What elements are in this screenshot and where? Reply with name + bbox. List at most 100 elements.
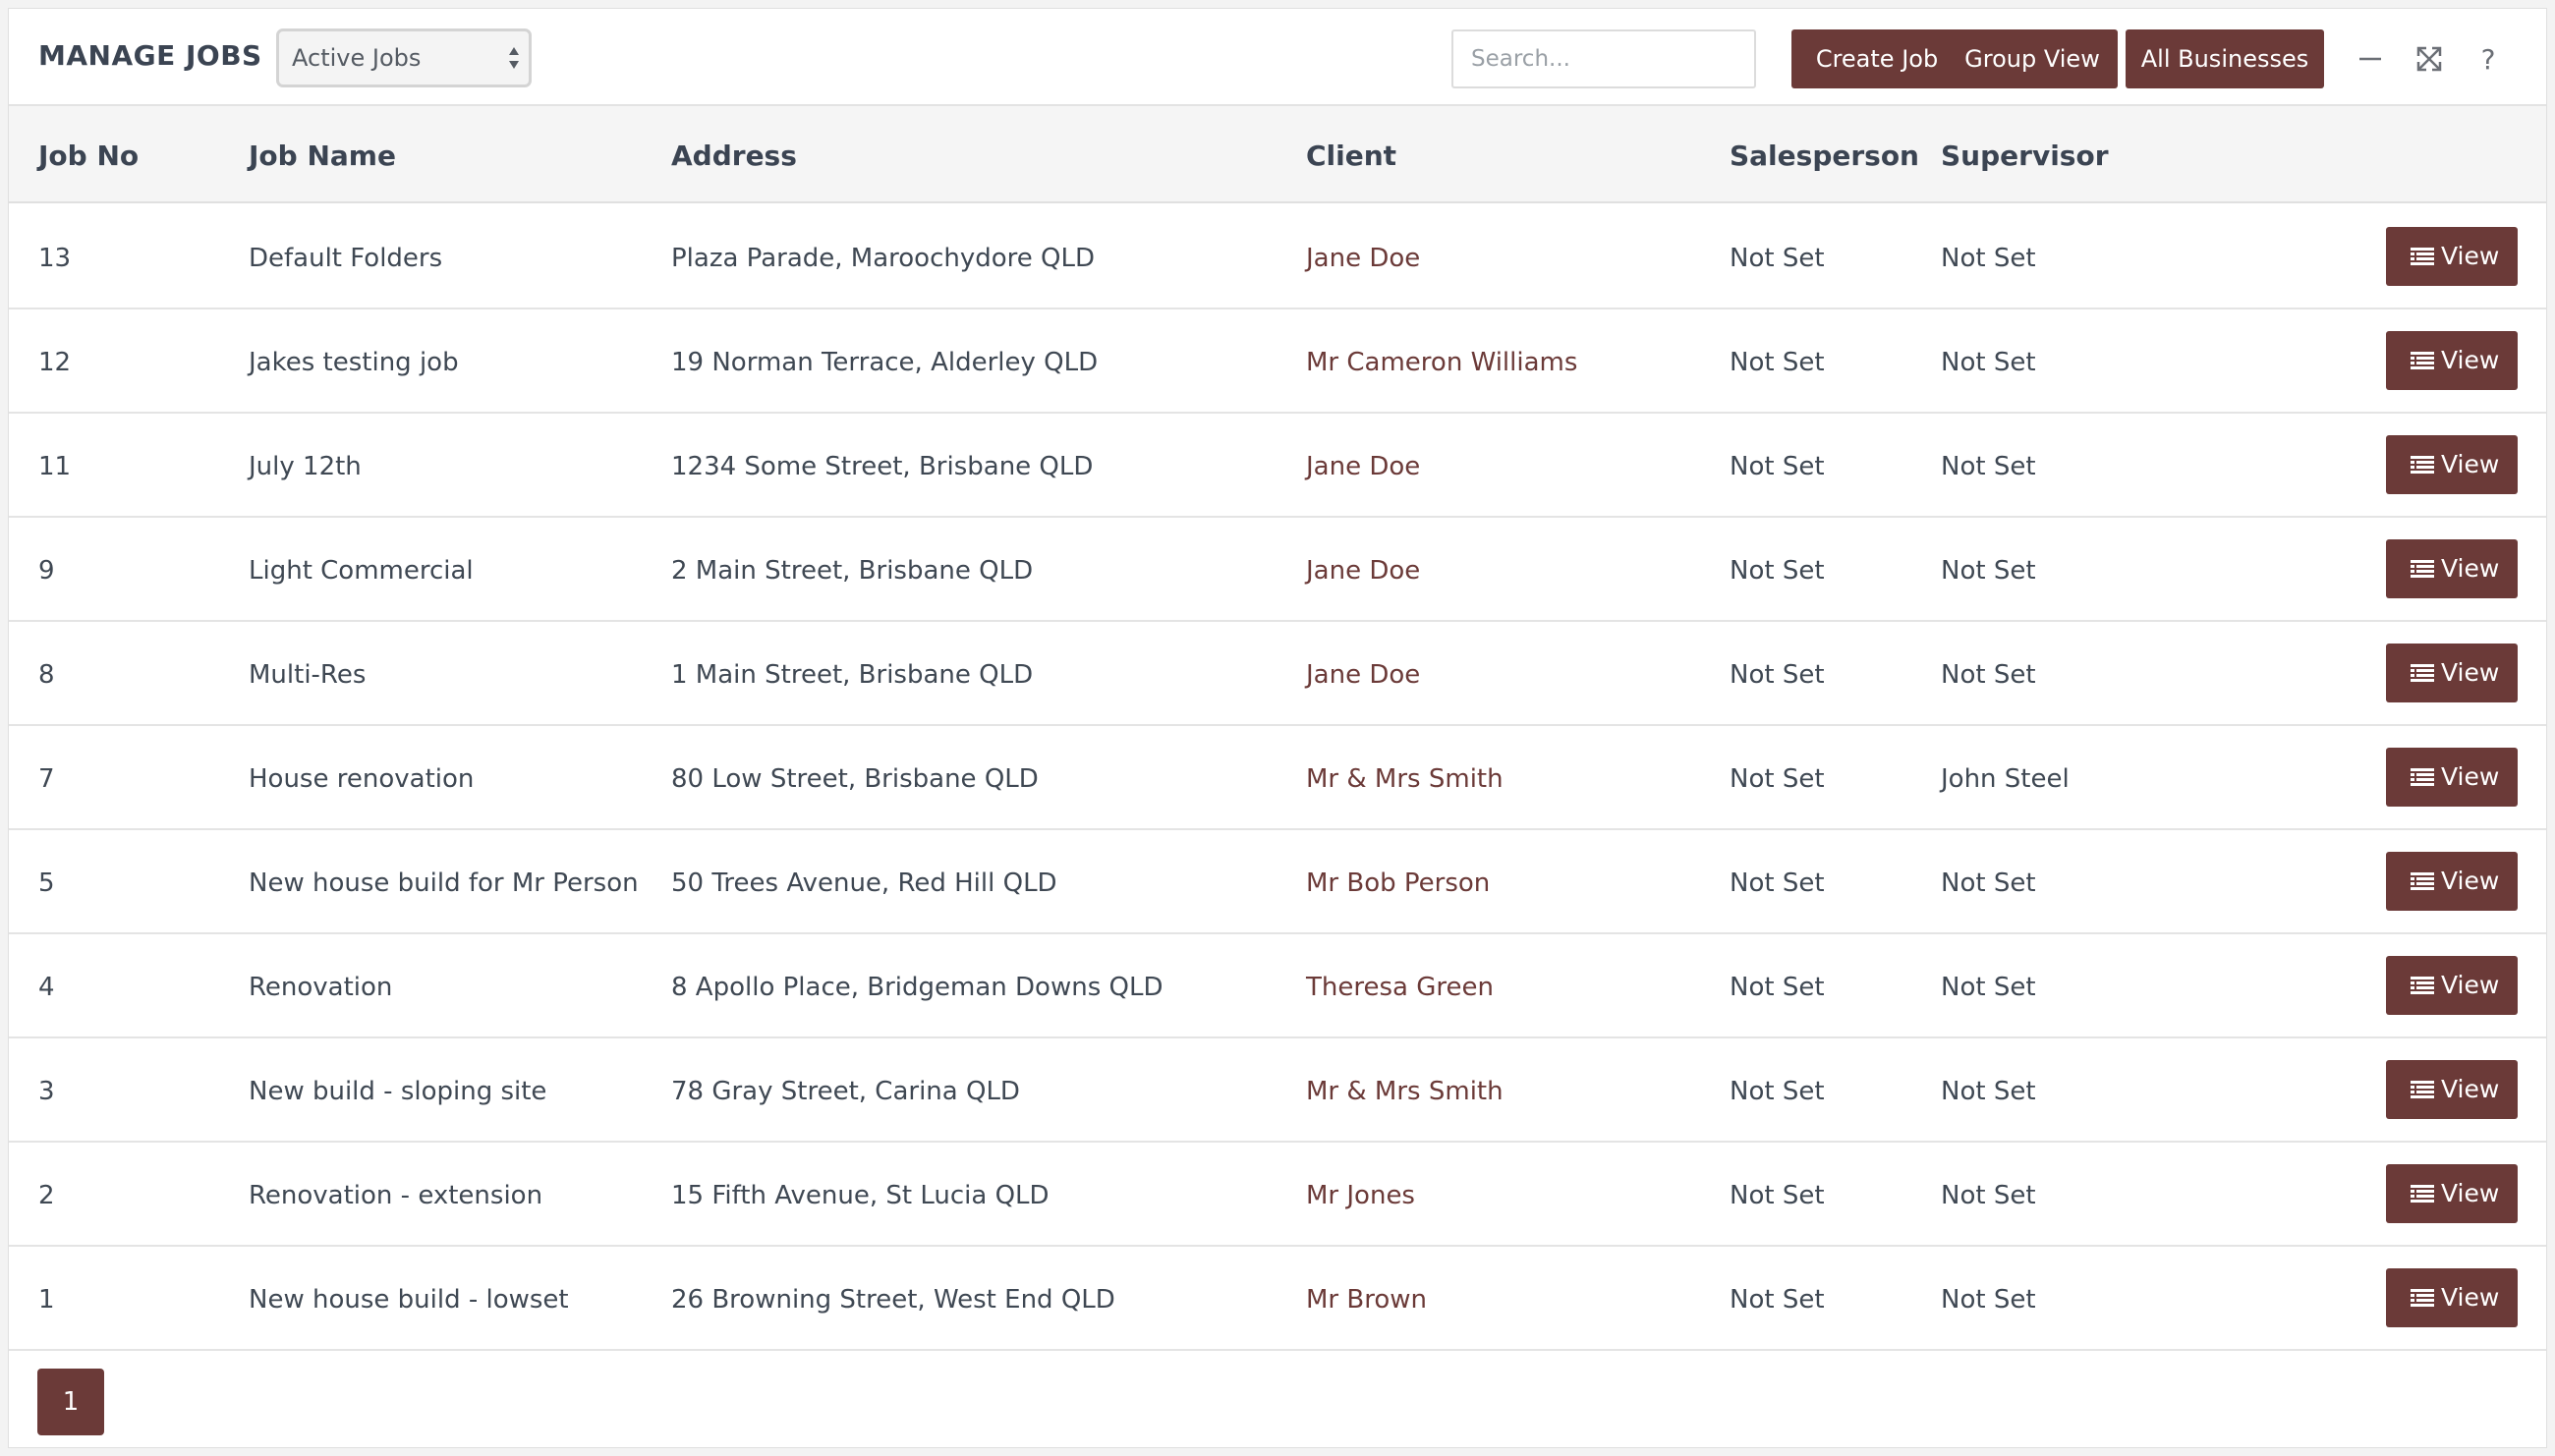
view-label: View: [2441, 658, 2500, 687]
view-button[interactable]: View: [2386, 1164, 2518, 1223]
job-no-cell: 5: [38, 868, 55, 898]
address-cell: 2 Main Street, Brisbane QLD: [671, 556, 1034, 586]
job-name-cell: Renovation - extension: [249, 1181, 543, 1210]
help-icon[interactable]: ?: [2471, 42, 2505, 76]
list-icon: [2411, 768, 2434, 786]
svg-text:?: ?: [2481, 43, 2496, 76]
view-button[interactable]: View: [2386, 539, 2518, 598]
supervisor-cell: Not Set: [1941, 1285, 2036, 1315]
column-header-salesperson[interactable]: Salesperson: [1730, 140, 1919, 172]
client-link[interactable]: Theresa Green: [1306, 973, 1494, 1002]
client-link[interactable]: Jane Doe: [1306, 660, 1420, 690]
supervisor-cell: John Steel: [1941, 764, 2070, 794]
group-view-button[interactable]: Group View: [1947, 29, 2118, 88]
client-link[interactable]: Mr Cameron Williams: [1306, 348, 1577, 377]
job-no-cell: 11: [38, 452, 72, 481]
client-link[interactable]: Jane Doe: [1306, 556, 1420, 586]
supervisor-cell: Not Set: [1941, 244, 2036, 273]
view-label: View: [2441, 242, 2500, 270]
view-button[interactable]: View: [2386, 852, 2518, 911]
view-label: View: [2441, 450, 2500, 478]
list-icon: [2411, 1289, 2434, 1307]
client-link[interactable]: Mr Jones: [1306, 1181, 1415, 1210]
view-button[interactable]: View: [2386, 1060, 2518, 1119]
pagination-page-1[interactable]: 1: [37, 1369, 104, 1435]
search-input[interactable]: [1451, 29, 1756, 88]
table-row: 2 Renovation - extension 15 Fifth Avenue…: [9, 1143, 2546, 1247]
view-button[interactable]: View: [2386, 331, 2518, 390]
client-link[interactable]: Mr & Mrs Smith: [1306, 764, 1504, 794]
view-label: View: [2441, 867, 2500, 895]
supervisor-cell: Not Set: [1941, 868, 2036, 898]
job-no-cell: 3: [38, 1077, 55, 1106]
panel-header: MANAGE JOBS Active Jobs Create Job Group…: [9, 9, 2546, 106]
table-row: 13 Default Folders Plaza Parade, Marooch…: [9, 205, 2546, 309]
column-header-supervisor[interactable]: Supervisor: [1941, 140, 2109, 172]
supervisor-cell: Not Set: [1941, 660, 2036, 690]
job-name-cell: New house build - lowset: [249, 1285, 569, 1315]
view-label: View: [2441, 1075, 2500, 1103]
supervisor-cell: Not Set: [1941, 452, 2036, 481]
job-filter-value: Active Jobs: [292, 44, 422, 72]
client-link[interactable]: Mr Bob Person: [1306, 868, 1490, 898]
job-name-cell: Renovation: [249, 973, 393, 1002]
column-header-client[interactable]: Client: [1306, 140, 1396, 172]
address-cell: 1234 Some Street, Brisbane QLD: [671, 452, 1094, 481]
supervisor-cell: Not Set: [1941, 348, 2036, 377]
view-label: View: [2441, 1179, 2500, 1207]
salesperson-cell: Not Set: [1730, 973, 1825, 1002]
address-cell: 1 Main Street, Brisbane QLD: [671, 660, 1034, 690]
supervisor-cell: Not Set: [1941, 1181, 2036, 1210]
list-icon: [2411, 456, 2434, 474]
all-businesses-button[interactable]: All Businesses: [2126, 29, 2324, 88]
view-button[interactable]: View: [2386, 748, 2518, 807]
table-row: 4 Renovation 8 Apollo Place, Bridgeman D…: [9, 934, 2546, 1038]
view-button[interactable]: View: [2386, 644, 2518, 702]
client-link[interactable]: Mr & Mrs Smith: [1306, 1077, 1504, 1106]
job-name-cell: House renovation: [249, 764, 475, 794]
manage-jobs-panel: MANAGE JOBS Active Jobs Create Job Group…: [8, 8, 2547, 1448]
job-name-cell: New house build for Mr Person: [249, 868, 639, 898]
job-no-cell: 8: [38, 660, 55, 690]
salesperson-cell: Not Set: [1730, 1181, 1825, 1210]
view-label: View: [2441, 762, 2500, 791]
address-cell: 50 Trees Avenue, Red Hill QLD: [671, 868, 1057, 898]
address-cell: 8 Apollo Place, Bridgeman Downs QLD: [671, 973, 1164, 1002]
list-icon: [2411, 352, 2434, 369]
minimize-icon[interactable]: [2354, 42, 2387, 76]
job-no-cell: 9: [38, 556, 55, 586]
salesperson-cell: Not Set: [1730, 348, 1825, 377]
view-button[interactable]: View: [2386, 1268, 2518, 1327]
list-icon: [2411, 1185, 2434, 1203]
address-cell: 78 Gray Street, Carina QLD: [671, 1077, 1020, 1106]
column-header-address[interactable]: Address: [671, 140, 797, 172]
view-button[interactable]: View: [2386, 435, 2518, 494]
job-name-cell: Light Commercial: [249, 556, 474, 586]
address-cell: 80 Low Street, Brisbane QLD: [671, 764, 1039, 794]
list-icon: [2411, 248, 2434, 265]
page-title: MANAGE JOBS: [38, 39, 262, 72]
job-no-cell: 2: [38, 1181, 55, 1210]
supervisor-cell: Not Set: [1941, 973, 2036, 1002]
view-button[interactable]: View: [2386, 956, 2518, 1015]
column-header-job-name[interactable]: Job Name: [249, 140, 396, 172]
view-label: View: [2441, 554, 2500, 583]
job-name-cell: Multi-Res: [249, 660, 367, 690]
address-cell: 15 Fifth Avenue, St Lucia QLD: [671, 1181, 1050, 1210]
create-job-button[interactable]: Create Job: [1791, 29, 1962, 88]
job-no-cell: 7: [38, 764, 55, 794]
client-link[interactable]: Jane Doe: [1306, 244, 1420, 273]
table-header: Job No Job Name Address Client Salespers…: [9, 106, 2546, 203]
client-link[interactable]: Jane Doe: [1306, 452, 1420, 481]
job-no-cell: 13: [38, 244, 72, 273]
view-button[interactable]: View: [2386, 227, 2518, 286]
job-no-cell: 1: [38, 1285, 55, 1315]
expand-icon[interactable]: [2413, 42, 2446, 76]
job-no-cell: 12: [38, 348, 72, 377]
client-link[interactable]: Mr Brown: [1306, 1285, 1427, 1315]
supervisor-cell: Not Set: [1941, 1077, 2036, 1106]
column-header-job-no[interactable]: Job No: [38, 140, 139, 172]
salesperson-cell: Not Set: [1730, 1077, 1825, 1106]
job-filter-select[interactable]: Active Jobs: [276, 28, 532, 87]
salesperson-cell: Not Set: [1730, 660, 1825, 690]
